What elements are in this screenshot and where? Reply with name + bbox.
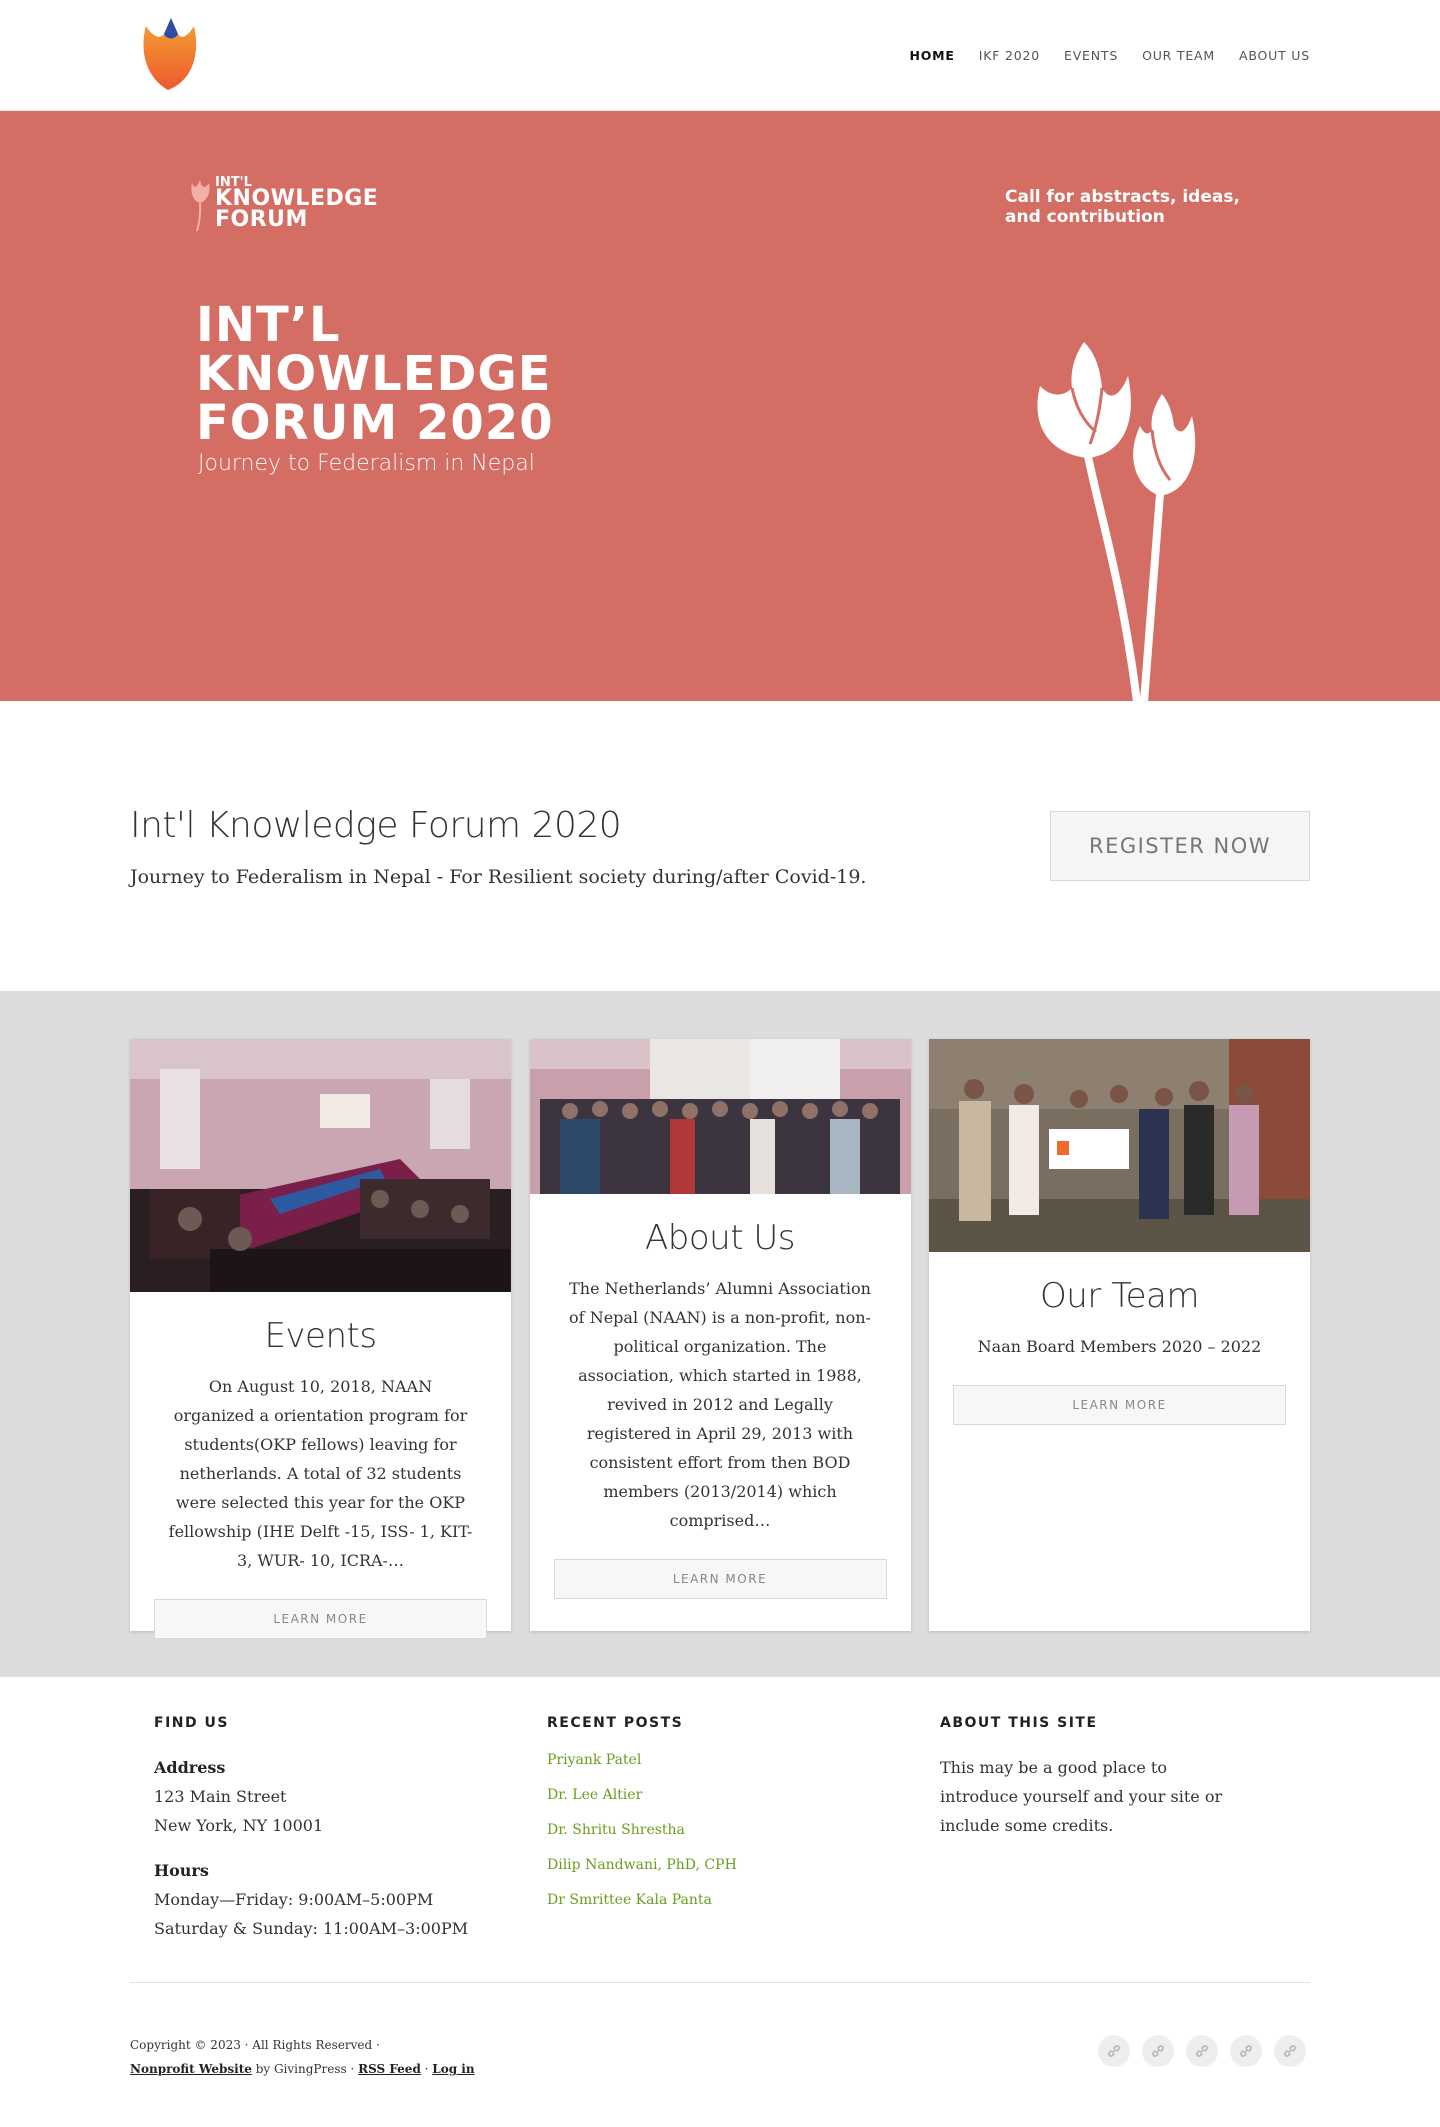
social-link-icon[interactable] [1098,2035,1130,2067]
link-icon [1196,2045,1208,2057]
hours-label: Hours [154,1861,209,1880]
tulip-illustration-icon [1037,342,1196,701]
hero-call-text: Call for abstracts, ideas, and contribut… [1005,187,1240,227]
card-our-team-text: Naan Board Members 2020 – 2022 [977,1337,1262,1356]
hours-line2: Saturday & Sunday: 11:00AM–3:00PM [154,1919,469,1938]
intro-text: Journey to Federalism in Nepal - For Res… [130,865,867,888]
intro-section: Int'l Knowledge Forum 2020 Journey to Fe… [0,701,1440,991]
recent-post-link[interactable]: Dilip Nandwani, PhD, CPH [547,1848,916,1883]
social-link-icon[interactable] [1230,2035,1262,2067]
hero-title-line1: INT’L [196,297,341,353]
events-photo[interactable] [130,1039,511,1292]
card-about-us: About Us The Netherlands’ Alumni Associa… [529,1039,911,1631]
social-links [1098,2035,1306,2067]
hero-title: INT’L KNOWLEDGE FORUM 2020 [196,301,554,448]
tulip-logo-icon[interactable] [138,14,204,98]
recent-post-link[interactable]: Dr. Lee Altier [547,1778,916,1813]
card-events: Events On August 10, 2018, NAAN organize… [130,1039,511,1639]
about-site-heading: ABOUT THIS SITE [940,1715,1098,1731]
cards-section: Events On August 10, 2018, NAAN organize… [0,991,1440,1677]
nav-our-team[interactable]: OUR TEAM [1142,48,1215,63]
nav-home[interactable]: HOME [909,48,954,63]
address-line2: New York, NY 10001 [154,1816,324,1835]
find-us-heading: FIND US [154,1715,229,1731]
nav-ikf-2020[interactable]: IKF 2020 [979,48,1040,63]
log-in-link[interactable]: Log in [432,2062,474,2076]
link-icon [1284,2045,1296,2057]
recent-post-link[interactable]: Priyank Patel [547,1743,916,1778]
footer-widgets: FIND US Address 123 Main Street New York… [0,1677,1440,1982]
about-us-learn-more-button[interactable]: LEARN MORE [553,1559,887,1599]
intro-title: Int'l Knowledge Forum 2020 [130,804,622,846]
about-us-photo[interactable] [529,1039,911,1194]
card-about-us-title: About Us [645,1218,795,1258]
about-site-widget: ABOUT THIS SITE This may be a good place… [916,1715,1309,1943]
social-link-icon[interactable] [1142,2035,1174,2067]
card-about-us-text: The Netherlands’ Alumni Association of N… [569,1279,871,1530]
our-team-photo[interactable] [929,1039,1310,1252]
small-tulip-icon [191,180,210,232]
by-givingpress-text: by GivingPress · [251,2062,359,2076]
hero-title-line3: FORUM 2020 [196,395,554,451]
rss-feed-link[interactable]: RSS Feed [358,2062,421,2076]
link-icon [1108,2045,1120,2057]
social-link-icon[interactable] [1186,2035,1218,2067]
site-footer: Copyright © 2023 · All Rights Reserved ·… [130,1983,1310,2127]
our-team-learn-more-button[interactable]: LEARN MORE [953,1385,1286,1425]
about-site-text: This may be a good place to introduce yo… [940,1758,1223,1835]
recent-posts-widget: RECENT POSTS Priyank Patel Dr. Lee Altie… [523,1715,916,1943]
events-learn-more-button[interactable]: LEARN MORE [154,1599,487,1639]
nav-about-us[interactable]: ABOUT US [1239,48,1310,63]
recent-post-link[interactable]: Dr Smrittee Kala Panta [547,1883,916,1918]
social-link-icon[interactable] [1274,2035,1306,2067]
main-nav: HOME IKF 2020 EVENTS OUR TEAM ABOUT US [909,48,1310,63]
nav-events[interactable]: EVENTS [1064,48,1118,63]
site-header: HOME IKF 2020 EVENTS OUR TEAM ABOUT US [0,0,1440,111]
find-us-widget: FIND US Address 123 Main Street New York… [130,1715,523,1943]
separator-text: · [420,2062,433,2076]
hero-title-line2: KNOWLEDGE [196,346,552,402]
hero-banner: INT'L KNOWLEDGE FORUM INT’L KNOWLEDGE FO… [0,111,1440,701]
hero-brand-line3: FORUM [215,207,308,233]
hero-forum-logo: INT'L KNOWLEDGE FORUM [189,176,378,233]
link-icon [1240,2045,1252,2057]
copyright-text: Copyright © 2023 · All Rights Reserved · [130,2038,380,2052]
link-icon [1152,2045,1164,2057]
register-now-button[interactable]: REGISTER NOW [1050,811,1310,881]
card-events-text: On August 10, 2018, NAAN organized a ori… [168,1377,473,1570]
copyright-block: Copyright © 2023 · All Rights Reserved ·… [130,2033,475,2081]
hours-line1: Monday—Friday: 9:00AM–5:00PM [154,1890,434,1909]
nonprofit-website-link[interactable]: Nonprofit Website [130,2062,252,2076]
recent-posts-heading: RECENT POSTS [547,1715,684,1731]
hero-subtitle: Journey to Federalism in Nepal [198,451,535,476]
address-line1: 123 Main Street [154,1787,287,1806]
card-events-title: Events [264,1316,377,1356]
card-our-team-title: Our Team [1040,1276,1199,1316]
card-our-team: Our Team Naan Board Members 2020 – 2022 … [929,1039,1310,1631]
recent-post-link[interactable]: Dr. Shritu Shrestha [547,1813,916,1848]
address-label: Address [154,1758,226,1777]
